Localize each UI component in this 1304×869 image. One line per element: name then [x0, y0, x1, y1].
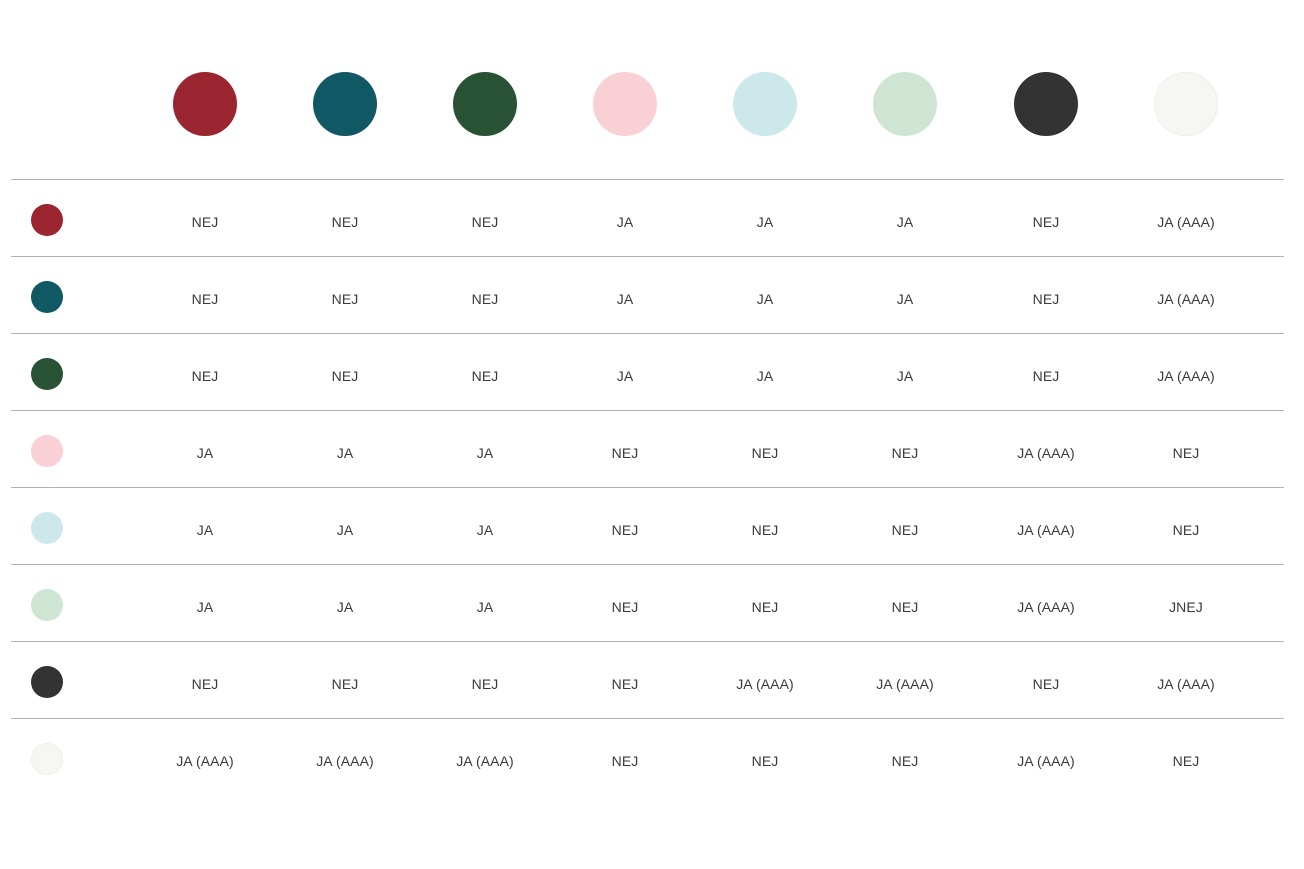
- contrast-result-cell: NEJ: [751, 599, 779, 615]
- column-color-swatch-6: [873, 72, 937, 136]
- contrast-result-cell: JA (AAA): [1157, 676, 1215, 692]
- row-color-swatch: [31, 204, 63, 236]
- table-row: JA JA JA NEJ NEJ NEJ JA (AAA) JNEJ: [11, 564, 1284, 641]
- contrast-result-cell: NEJ: [1172, 522, 1200, 538]
- column-color-swatch-3: [453, 72, 517, 136]
- contrast-result-cell: JNEJ: [1169, 599, 1203, 615]
- row-color-swatch: [31, 666, 63, 698]
- contrast-result-cell: JA: [476, 522, 494, 538]
- contrast-result-cell: JA (AAA): [736, 676, 794, 692]
- contrast-result-cell: NEJ: [891, 599, 919, 615]
- table-row: JA JA JA NEJ NEJ NEJ JA (AAA) NEJ: [11, 410, 1284, 487]
- row-color-swatch: [31, 281, 63, 313]
- contrast-result-cell: JA (AAA): [1017, 445, 1075, 461]
- contrast-result-cell: JA (AAA): [176, 753, 234, 769]
- table-row: NEJ NEJ NEJ JA JA JA NEJ JA (AAA): [11, 333, 1284, 410]
- contrast-result-cell: JA (AAA): [456, 753, 514, 769]
- contrast-result-cell: JA (AAA): [876, 676, 934, 692]
- table-row: JA JA JA NEJ NEJ NEJ JA (AAA) NEJ: [11, 487, 1284, 564]
- contrast-result-cell: JA: [616, 368, 634, 384]
- contrast-result-cell: JA: [756, 368, 774, 384]
- contrast-result-cell: JA: [616, 214, 634, 230]
- contrast-result-cell: JA: [896, 291, 914, 307]
- contrast-result-cell: NEJ: [1032, 676, 1060, 692]
- row-color-swatch: [31, 435, 63, 467]
- table-row: NEJ NEJ NEJ JA JA JA NEJ JA (AAA): [11, 179, 1284, 256]
- contrast-result-cell: NEJ: [471, 676, 499, 692]
- contrast-result-cell: NEJ: [751, 445, 779, 461]
- contrast-result-cell: NEJ: [891, 445, 919, 461]
- table-row: JA (AAA) JA (AAA) JA (AAA) NEJ NEJ NEJ JA (AAA…: [11, 718, 1284, 795]
- table-row: NEJ NEJ NEJ NEJ JA (AAA) JA (AAA) NEJ JA (AAA): [11, 641, 1284, 718]
- contrast-result-cell: NEJ: [1032, 368, 1060, 384]
- contrast-table: NEJ NEJ NEJ JA JA JA NEJ JA (AAA) NEJ NEJ NEJ JA JA J…: [11, 179, 1284, 795]
- contrast-result-cell: JA (AAA): [1157, 291, 1215, 307]
- row-color-swatch: [31, 589, 63, 621]
- contrast-result-cell: NEJ: [471, 368, 499, 384]
- contrast-result-cell: NEJ: [191, 676, 219, 692]
- contrast-matrix: NEJ NEJ NEJ JA JA JA NEJ JA (AAA) NEJ NEJ NEJ JA JA J…: [0, 0, 1304, 869]
- contrast-result-cell: NEJ: [611, 599, 639, 615]
- contrast-result-cell: NEJ: [331, 368, 359, 384]
- header-color-swatches: [0, 72, 1304, 138]
- contrast-result-cell: NEJ: [471, 214, 499, 230]
- contrast-result-cell: JA: [476, 599, 494, 615]
- contrast-result-cell: JA: [756, 291, 774, 307]
- contrast-result-cell: NEJ: [611, 522, 639, 538]
- contrast-result-cell: NEJ: [331, 676, 359, 692]
- contrast-result-cell: NEJ: [751, 522, 779, 538]
- column-color-swatch-4: [593, 72, 657, 136]
- column-color-swatch-1: [173, 72, 237, 136]
- contrast-result-cell: NEJ: [1032, 214, 1060, 230]
- contrast-result-cell: NEJ: [611, 445, 639, 461]
- contrast-result-cell: NEJ: [751, 753, 779, 769]
- contrast-result-cell: NEJ: [611, 676, 639, 692]
- contrast-result-cell: NEJ: [331, 291, 359, 307]
- contrast-result-cell: JA: [896, 368, 914, 384]
- contrast-result-cell: JA: [476, 445, 494, 461]
- contrast-result-cell: NEJ: [191, 368, 219, 384]
- contrast-result-cell: JA (AAA): [1017, 599, 1075, 615]
- column-color-swatch-5: [733, 72, 797, 136]
- column-color-swatch-7: [1014, 72, 1078, 136]
- contrast-result-cell: JA: [336, 522, 354, 538]
- contrast-result-cell: JA (AAA): [1017, 753, 1075, 769]
- contrast-result-cell: JA: [196, 599, 214, 615]
- row-color-swatch: [31, 512, 63, 544]
- contrast-result-cell: JA (AAA): [316, 753, 374, 769]
- contrast-result-cell: NEJ: [611, 753, 639, 769]
- contrast-result-cell: NEJ: [891, 522, 919, 538]
- row-color-swatch: [31, 358, 63, 390]
- table-row: NEJ NEJ NEJ JA JA JA NEJ JA (AAA): [11, 256, 1284, 333]
- contrast-result-cell: NEJ: [191, 214, 219, 230]
- contrast-result-cell: JA: [336, 599, 354, 615]
- contrast-result-cell: JA (AAA): [1017, 522, 1075, 538]
- contrast-result-cell: JA (AAA): [1157, 368, 1215, 384]
- row-color-swatch: [31, 743, 63, 775]
- contrast-result-cell: NEJ: [1172, 753, 1200, 769]
- contrast-result-cell: JA: [756, 214, 774, 230]
- contrast-result-cell: JA (AAA): [1157, 214, 1215, 230]
- contrast-result-cell: NEJ: [331, 214, 359, 230]
- contrast-result-cell: JA: [616, 291, 634, 307]
- contrast-result-cell: NEJ: [471, 291, 499, 307]
- contrast-result-cell: JA: [196, 445, 214, 461]
- contrast-result-cell: NEJ: [891, 753, 919, 769]
- column-color-swatch-2: [313, 72, 377, 136]
- contrast-result-cell: NEJ: [1032, 291, 1060, 307]
- contrast-result-cell: NEJ: [191, 291, 219, 307]
- column-color-swatch-8: [1154, 72, 1218, 136]
- contrast-result-cell: NEJ: [1172, 445, 1200, 461]
- contrast-result-cell: JA: [196, 522, 214, 538]
- contrast-result-cell: JA: [896, 214, 914, 230]
- contrast-result-cell: JA: [336, 445, 354, 461]
